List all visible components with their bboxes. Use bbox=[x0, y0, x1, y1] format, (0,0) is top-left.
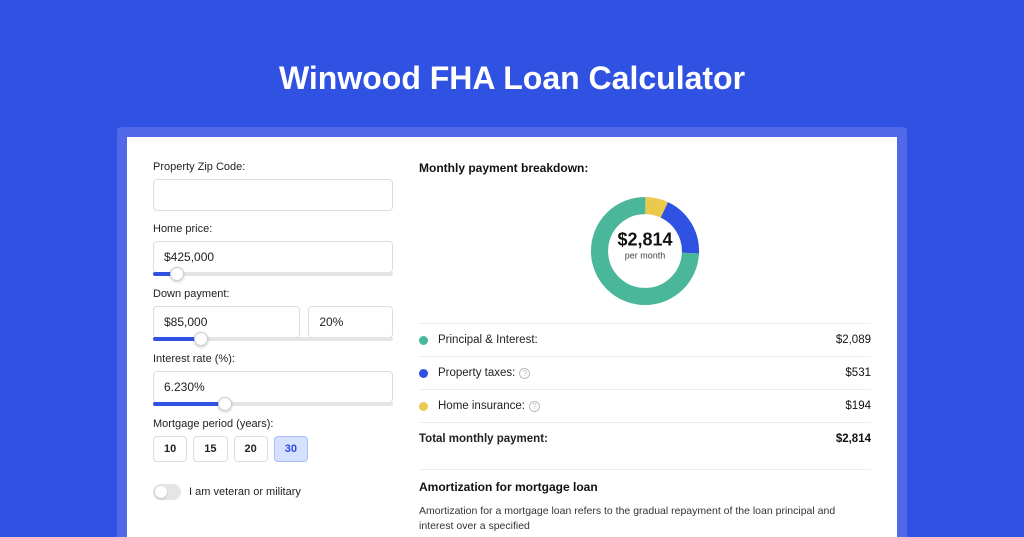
breakdown-row-insurance: Home insurance: ? $194 bbox=[419, 389, 871, 422]
breakdown-value: $2,089 bbox=[836, 334, 871, 346]
zip-label: Property Zip Code: bbox=[153, 161, 393, 173]
breakdown-name: Home insurance: bbox=[438, 400, 525, 412]
donut-amount: $2,814 bbox=[617, 230, 672, 251]
breakdown-row-taxes: Property taxes: ? $531 bbox=[419, 356, 871, 389]
slider-thumb[interactable] bbox=[194, 332, 208, 346]
period-option-20[interactable]: 20 bbox=[234, 436, 268, 462]
period-option-30[interactable]: 30 bbox=[274, 436, 308, 462]
dot-icon bbox=[419, 402, 428, 411]
down-payment-pct-input[interactable] bbox=[308, 306, 393, 338]
veteran-toggle[interactable] bbox=[153, 484, 181, 500]
home-price-slider[interactable] bbox=[153, 272, 393, 276]
total-value: $2,814 bbox=[836, 433, 871, 445]
donut-chart: $2,814 per month bbox=[585, 185, 705, 305]
amortization-title: Amortization for mortgage loan bbox=[419, 469, 871, 494]
breakdown-name: Principal & Interest: bbox=[438, 334, 538, 346]
breakdown-name: Property taxes: bbox=[438, 367, 515, 379]
breakdown-value: $194 bbox=[845, 400, 871, 412]
slider-thumb[interactable] bbox=[218, 397, 232, 411]
interest-rate-label: Interest rate (%): bbox=[153, 353, 393, 365]
slider-thumb[interactable] bbox=[170, 267, 184, 281]
dot-icon bbox=[419, 336, 428, 345]
interest-rate-slider[interactable] bbox=[153, 402, 393, 406]
page-title: Winwood FHA Loan Calculator bbox=[0, 0, 1024, 127]
breakdown-row-principal: Principal & Interest: $2,089 bbox=[419, 323, 871, 356]
breakdown-value: $531 bbox=[845, 367, 871, 379]
zip-input[interactable] bbox=[153, 179, 393, 211]
calculator-panel-wrap: Property Zip Code: Home price: Down paym… bbox=[117, 127, 907, 537]
mortgage-period-label: Mortgage period (years): bbox=[153, 418, 393, 430]
form-column: Property Zip Code: Home price: Down paym… bbox=[153, 161, 393, 537]
veteran-label: I am veteran or military bbox=[189, 486, 301, 498]
home-price-input[interactable] bbox=[153, 241, 393, 273]
info-icon[interactable]: ? bbox=[529, 401, 540, 412]
total-label: Total monthly payment: bbox=[419, 433, 548, 445]
breakdown-title: Monthly payment breakdown: bbox=[419, 161, 871, 175]
breakdown-row-total: Total monthly payment: $2,814 bbox=[419, 422, 871, 455]
period-option-10[interactable]: 10 bbox=[153, 436, 187, 462]
info-icon[interactable]: ? bbox=[519, 368, 530, 379]
period-option-15[interactable]: 15 bbox=[193, 436, 227, 462]
interest-rate-input[interactable] bbox=[153, 371, 393, 403]
down-payment-label: Down payment: bbox=[153, 288, 393, 300]
donut-center: $2,814 per month bbox=[617, 230, 672, 261]
mortgage-period-options: 10 15 20 30 bbox=[153, 436, 393, 462]
donut-sublabel: per month bbox=[617, 251, 672, 261]
breakdown-column: Monthly payment breakdown: $2,814 per mo… bbox=[419, 161, 871, 537]
dot-icon bbox=[419, 369, 428, 378]
home-price-label: Home price: bbox=[153, 223, 393, 235]
down-payment-input[interactable] bbox=[153, 306, 300, 338]
down-payment-slider[interactable] bbox=[153, 337, 393, 341]
amortization-text: Amortization for a mortgage loan refers … bbox=[419, 504, 871, 533]
calculator-panel: Property Zip Code: Home price: Down paym… bbox=[127, 137, 897, 537]
